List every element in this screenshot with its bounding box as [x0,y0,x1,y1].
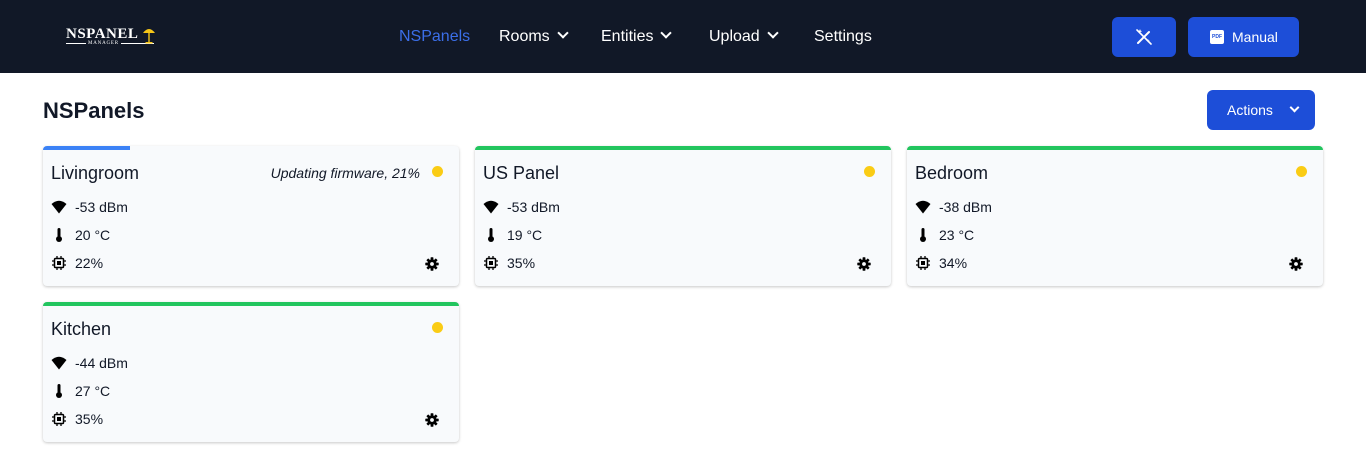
nav-entities-label: Entities [601,28,654,45]
temperature-value: 23 °C [939,227,975,243]
panel-status-bar [43,146,131,150]
lamp-icon [143,29,155,44]
panel-status-dot [432,166,443,177]
cpu-usage-value: 22% [75,255,104,271]
cpu-icon [52,256,66,270]
panel-status-bar [43,302,459,306]
chevron-down-icon [660,27,673,39]
thermometer-icon [56,228,62,242]
temperature-value: 19 °C [507,227,543,243]
gear-icon[interactable] [425,257,439,271]
gear-icon[interactable] [425,413,439,427]
wifi-icon [51,356,67,370]
wifi-signal-value: -53 dBm [507,199,560,215]
chevron-down-icon [767,27,779,39]
nspanel-card[interactable]: Livingroom Updating firmware, 21% -53 dB… [43,146,459,286]
cpu-icon [484,256,498,270]
gear-icon[interactable] [1289,257,1303,271]
actions-dropdown-button[interactable]: Actions [1207,90,1315,130]
thermometer-icon [488,228,494,242]
chevron-down-icon [1289,102,1300,113]
pdf-icon: PDF [1210,30,1224,44]
panel-status-bar [907,146,1323,150]
magic-wand-icon [1136,29,1152,45]
wifi-signal-value: -53 dBm [75,199,128,215]
wifi-icon [915,200,931,214]
panel-name: Kitchen [51,319,112,339]
nav-upload-label: Upload [709,28,760,45]
nav-nspanels-label: NSPanels [399,28,471,45]
cpu-usage-value: 35% [507,255,536,271]
panel-name: US Panel [483,163,560,183]
temperature-value: 20 °C [75,227,111,243]
theme-toggle-button[interactable] [1112,17,1176,57]
nav-rooms-dropdown[interactable]: Rooms [499,27,569,47]
wifi-signal-value: -38 dBm [939,199,992,215]
cpu-usage-value: 34% [939,255,968,271]
nav-nspanels[interactable]: NSPanels [399,27,470,47]
cpu-usage-value: 35% [75,411,104,427]
manual-button-label: Manual [1232,29,1278,45]
panel-status-dot [864,166,875,177]
nspanel-card[interactable]: Kitchen -44 dBm 27 °C 35% [43,302,459,442]
wifi-icon [51,200,67,214]
nav-upload-dropdown[interactable]: Upload [709,27,779,47]
nspanel-card[interactable]: US Panel -53 dBm 19 °C 35% [475,146,891,286]
panel-name: Bedroom [915,163,989,183]
gear-icon[interactable] [857,257,871,271]
nav-settings-label: Settings [814,28,872,45]
panel-status-bar [475,146,891,150]
nspanel-card[interactable]: Bedroom -38 dBm 23 °C 34% [907,146,1323,286]
logo-subtext: MANAGER [86,41,121,46]
nav-settings[interactable]: Settings [814,27,872,47]
cpu-icon [52,412,66,426]
page-title: NSPanels [43,98,145,123]
thermometer-icon [56,384,62,398]
nav-rooms-label: Rooms [499,28,550,45]
manual-button[interactable]: PDF Manual [1188,17,1299,57]
wifi-signal-value: -44 dBm [75,355,128,371]
thermometer-icon [920,228,926,242]
temperature-value: 27 °C [75,383,111,399]
wifi-icon [483,200,499,214]
nav-entities-dropdown[interactable]: Entities [601,27,673,47]
top-navbar: NSPANEL MANAGER NSPanels Rooms Entities … [0,0,1366,73]
app-logo[interactable]: NSPANEL MANAGER [66,24,156,50]
panel-status-dot [432,322,443,333]
panel-name: Livingroom [51,163,140,183]
actions-button-label: Actions [1227,102,1273,118]
panel-update-status: Updating firmware, 21% [270,165,420,181]
panel-status-dot [1296,166,1307,177]
chevron-down-icon [557,27,569,39]
cpu-icon [916,256,930,270]
